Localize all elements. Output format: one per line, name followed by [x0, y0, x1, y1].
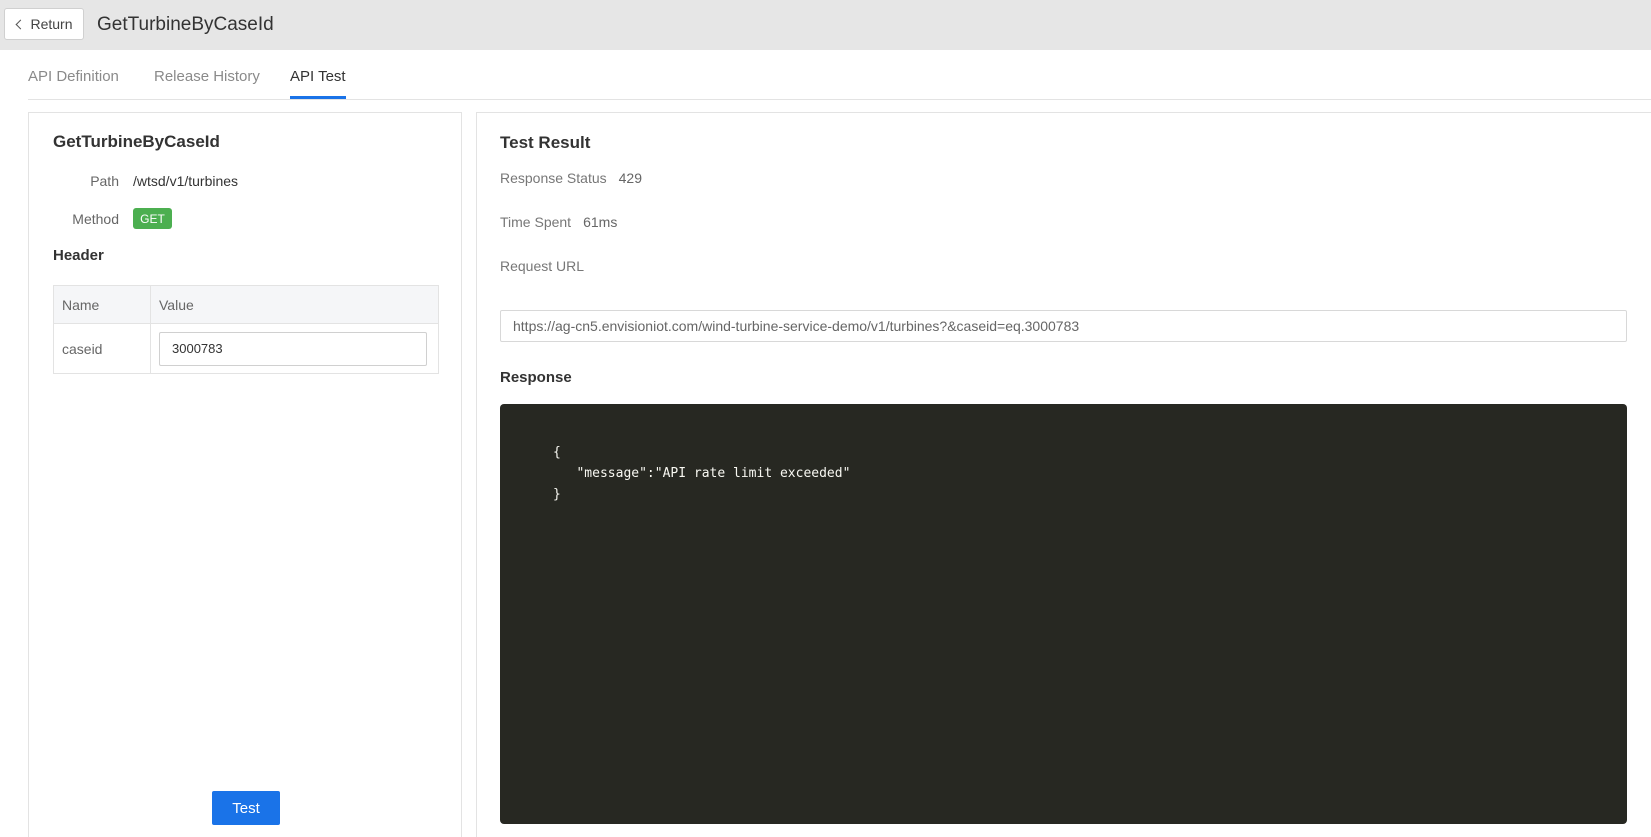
response-status-row: Response Status 429 — [500, 170, 642, 186]
request-url-field[interactable]: https://ag-cn5.envisioniot.com/wind-turb… — [500, 310, 1627, 342]
code-line: } — [553, 487, 561, 502]
time-spent-row: Time Spent 61ms — [500, 214, 617, 230]
header-name-cell: caseid — [53, 323, 151, 374]
response-status-label: Response Status — [500, 170, 607, 186]
header-table: Name Value caseid — [53, 285, 439, 374]
request-url-label: Request URL — [500, 258, 585, 274]
tab-bar: API Definition Release History API Test — [28, 52, 1651, 100]
time-spent-value: 61ms — [583, 214, 618, 230]
caseid-value-input[interactable] — [159, 331, 427, 366]
code-line: "message":"API rate limit exceeded" — [553, 466, 851, 481]
test-button[interactable]: Test — [212, 791, 280, 825]
method-badge: GET — [133, 208, 172, 229]
api-info-panel: GetTurbineByCaseId Path /wtsd/v1/turbine… — [28, 112, 462, 837]
test-result-title: Test Result — [500, 133, 591, 152]
response-title: Response — [500, 369, 572, 386]
tab-api-test[interactable]: API Test — [290, 68, 346, 99]
table-row: caseid — [53, 323, 439, 374]
response-status-value: 429 — [618, 170, 642, 186]
api-name: GetTurbineByCaseId — [53, 132, 220, 151]
tab-release-history[interactable]: Release History — [154, 68, 260, 99]
return-label: Return — [30, 16, 73, 32]
column-header-name: Name — [53, 285, 151, 324]
header-section-title: Header — [53, 247, 104, 264]
chevron-left-icon — [16, 19, 26, 29]
code-line: { — [553, 445, 561, 460]
method-label: Method — [72, 211, 119, 227]
top-bar: Return GetTurbineByCaseId — [0, 0, 1651, 50]
page-title: GetTurbineByCaseId — [97, 14, 274, 35]
test-result-panel: Test Result Response Status 429 Time Spen… — [476, 112, 1651, 837]
time-spent-label: Time Spent — [500, 214, 572, 230]
tab-api-definition[interactable]: API Definition — [28, 68, 119, 99]
header-value-cell — [150, 323, 439, 374]
path-label: Path — [90, 173, 119, 189]
return-button[interactable]: Return — [4, 8, 84, 40]
column-header-value: Value — [150, 285, 439, 324]
response-code-block[interactable]: { "message":"API rate limit exceeded" } — [500, 404, 1627, 824]
path-value: /wtsd/v1/turbines — [133, 173, 239, 189]
